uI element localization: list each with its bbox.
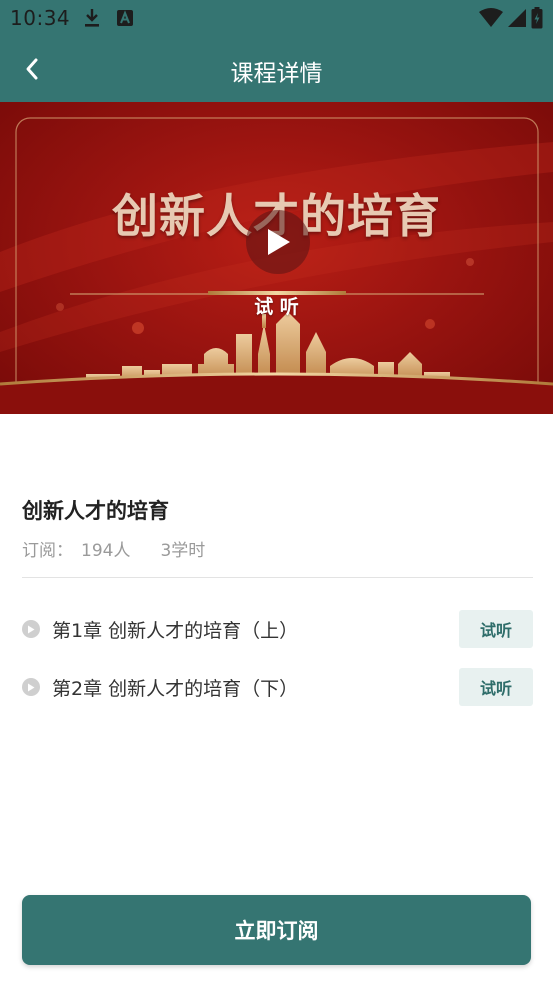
video-trial-label: 试 听 bbox=[254, 296, 299, 318]
status-icons bbox=[479, 7, 543, 29]
course-meta: 订阅： 194人 3学时 bbox=[22, 536, 205, 561]
subscribe-button[interactable]: 立即订阅 bbox=[22, 895, 531, 965]
video-player[interactable]: 创新人才的培育 试 听 bbox=[0, 102, 553, 414]
chapter-item[interactable]: 第1章 创新人才的培育（上） 试听 bbox=[22, 610, 533, 648]
a-badge-icon bbox=[117, 10, 133, 26]
play-circle-icon bbox=[22, 678, 40, 696]
subscriber-count: 订阅： 194人 bbox=[22, 536, 130, 561]
chapter-item[interactable]: 第2章 创新人才的培育（下） 试听 bbox=[22, 668, 533, 706]
chapter-trial-button[interactable]: 试听 bbox=[459, 668, 533, 706]
play-icon bbox=[268, 229, 290, 255]
subscribers-label: 订阅： bbox=[22, 541, 73, 561]
battery-icon bbox=[531, 7, 543, 29]
course-title: 创新人才的培育 bbox=[22, 499, 169, 523]
status-bar: 10:34 bbox=[0, 0, 553, 36]
subscribers-value: 194人 bbox=[81, 541, 131, 561]
course-hours: 3学时 bbox=[160, 541, 206, 561]
signal-icon bbox=[508, 9, 526, 27]
play-button[interactable] bbox=[246, 210, 310, 274]
play-circle-icon bbox=[22, 620, 40, 638]
page-title: 课程详情 bbox=[230, 61, 323, 87]
chapter-label: 第2章 创新人才的培育（下） bbox=[52, 677, 299, 700]
divider bbox=[22, 577, 533, 578]
status-time: 10:34 bbox=[10, 6, 71, 30]
wifi-icon bbox=[479, 8, 503, 27]
chapter-label: 第1章 创新人才的培育（上） bbox=[52, 619, 299, 642]
title-bar: 课程详情 bbox=[0, 36, 553, 102]
download-icon bbox=[85, 9, 99, 27]
chapter-trial-button[interactable]: 试听 bbox=[459, 610, 533, 648]
